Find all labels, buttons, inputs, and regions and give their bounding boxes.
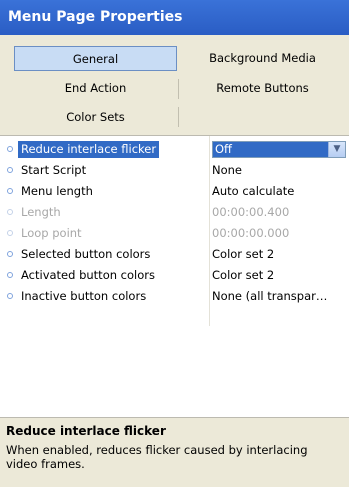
property-bullet-icon <box>7 251 13 257</box>
description-title: Reduce interlace flicker <box>6 424 166 438</box>
tab-remote-buttons[interactable]: Remote Buttons <box>180 76 345 101</box>
property-name: Selected button colors <box>21 247 151 261</box>
tab-general[interactable]: General <box>14 46 177 71</box>
description-panel: Reduce interlace flicker When enabled, r… <box>0 417 349 487</box>
property-value: 00:00:00.400 <box>212 205 290 219</box>
tab-background-media[interactable]: Background Media <box>180 46 345 71</box>
property-bullet-icon <box>7 167 13 173</box>
property-bullet-icon <box>7 293 13 299</box>
property-name: Menu length <box>21 184 93 198</box>
reduce-interlace-flicker-dropdown[interactable]: Off ▼ <box>212 141 346 158</box>
property-grid: Reduce interlace flicker Off ▼ Start Scr… <box>0 135 349 418</box>
property-row-loop-point: Loop point 00:00:00.000 <box>0 223 349 244</box>
property-bullet-icon <box>7 230 13 236</box>
property-bullet-icon <box>7 272 13 278</box>
property-name: Activated button colors <box>21 268 155 282</box>
property-row-menu-length[interactable]: Menu length Auto calculate <box>0 181 349 202</box>
property-value: 00:00:00.000 <box>212 226 290 240</box>
tab-color-sets[interactable]: Color Sets <box>14 105 177 130</box>
dropdown-value: Off <box>215 142 232 156</box>
property-bullet-icon <box>7 188 13 194</box>
property-row-activated-button-colors[interactable]: Activated button colors Color set 2 <box>0 265 349 286</box>
property-bullet-icon <box>7 146 13 152</box>
description-text: When enabled, reduces flicker caused by … <box>6 443 308 471</box>
property-value[interactable]: Color set 2 <box>212 265 346 286</box>
property-row-selected-button-colors[interactable]: Selected button colors Color set 2 <box>0 244 349 265</box>
panel-title: Menu Page Properties <box>0 0 349 35</box>
property-value[interactable]: None (all transpar… <box>212 286 346 307</box>
property-bullet-icon <box>7 209 13 215</box>
tab-strip: General Background Media End Action Remo… <box>0 35 349 135</box>
property-value[interactable]: None <box>212 160 346 181</box>
property-value[interactable]: Color set 2 <box>212 244 346 265</box>
property-name: Length <box>21 205 61 219</box>
property-value[interactable]: Auto calculate <box>212 181 346 202</box>
property-row-reduce-interlace-flicker[interactable]: Reduce interlace flicker Off ▼ <box>0 139 349 160</box>
chevron-down-icon[interactable]: ▼ <box>328 142 345 157</box>
property-name: Reduce interlace flicker <box>18 141 160 158</box>
property-row-start-script[interactable]: Start Script None <box>0 160 349 181</box>
property-row-inactive-button-colors[interactable]: Inactive button colors None (all transpa… <box>0 286 349 307</box>
tab-end-action[interactable]: End Action <box>14 76 177 101</box>
tab-divider <box>178 107 179 127</box>
property-name: Start Script <box>21 163 87 177</box>
property-name: Inactive button colors <box>21 289 147 303</box>
property-row-length: Length 00:00:00.400 <box>0 202 349 223</box>
tab-divider <box>178 79 179 99</box>
property-name: Loop point <box>21 226 82 240</box>
